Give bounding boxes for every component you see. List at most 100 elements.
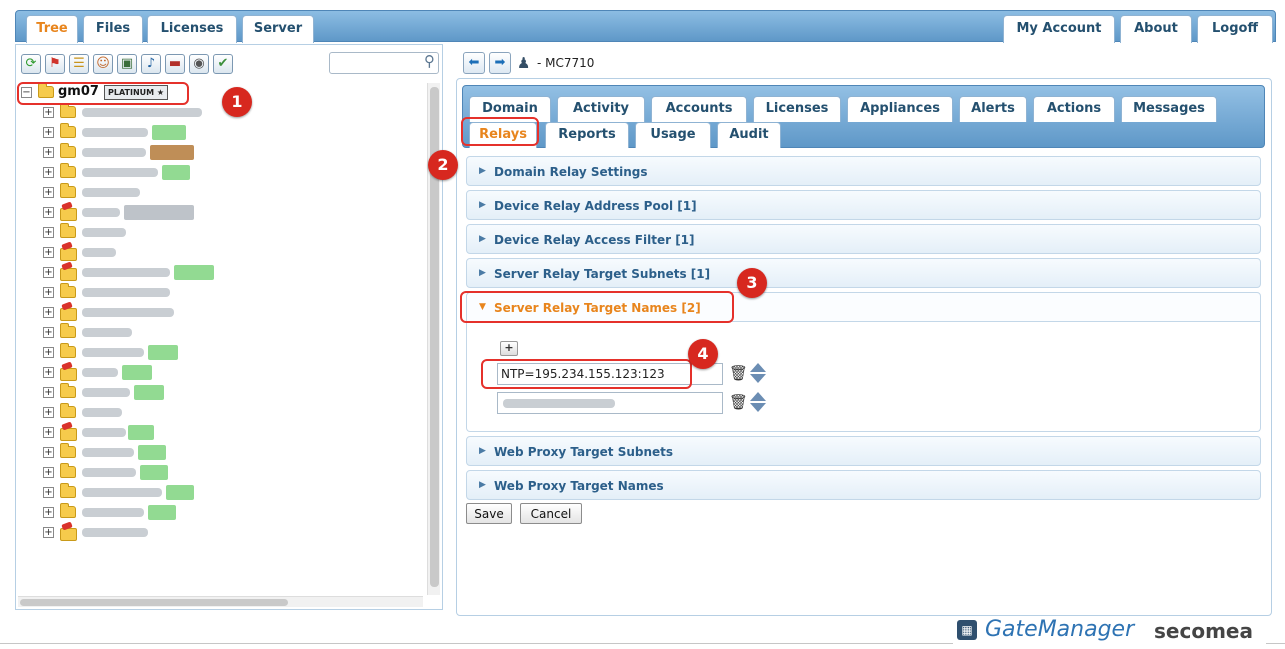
tree-item[interactable]: + bbox=[18, 183, 418, 203]
tree-item[interactable]: + bbox=[18, 343, 418, 363]
tab-licenses[interactable]: Licenses bbox=[147, 15, 237, 43]
tree-item[interactable]: + bbox=[18, 303, 418, 323]
expand-icon[interactable]: + bbox=[43, 287, 54, 298]
refresh-icon[interactable]: ⟳ bbox=[21, 54, 41, 74]
user-icon[interactable]: ☺ bbox=[93, 54, 113, 74]
about-link[interactable]: About bbox=[1120, 15, 1192, 43]
domain-flag-icon bbox=[60, 424, 77, 441]
section-device-relay-access-filter[interactable]: ▶ Device Relay Access Filter [1] bbox=[466, 224, 1261, 254]
forward-button[interactable]: ➡ bbox=[489, 52, 511, 74]
section-domain-relay-settings[interactable]: ▶ Domain Relay Settings bbox=[466, 156, 1261, 186]
expand-icon[interactable]: + bbox=[43, 267, 54, 278]
tree-item[interactable]: + bbox=[18, 523, 418, 543]
tab-files[interactable]: Files bbox=[83, 15, 143, 43]
expand-icon[interactable]: + bbox=[43, 167, 54, 178]
tree-item[interactable]: + bbox=[18, 163, 418, 183]
tree-item[interactable]: + bbox=[18, 423, 418, 443]
redacted-label bbox=[82, 508, 144, 517]
back-button[interactable]: ⬅ bbox=[463, 52, 485, 74]
tree-item[interactable]: + bbox=[18, 503, 418, 523]
tree-horizontal-scrollbar[interactable] bbox=[18, 596, 423, 607]
expand-icon[interactable]: + bbox=[43, 347, 54, 358]
trash-icon[interactable]: 🗑 bbox=[729, 393, 748, 411]
logoff-link[interactable]: Logoff bbox=[1197, 15, 1273, 43]
expand-triangle-icon: ▶ bbox=[479, 234, 486, 244]
search-icon[interactable]: ⚲ bbox=[424, 52, 435, 70]
tab-messages[interactable]: Messages bbox=[1121, 96, 1217, 122]
expand-icon[interactable]: + bbox=[43, 427, 54, 438]
eye-icon[interactable]: ◉ bbox=[189, 54, 209, 74]
tree-view-icon[interactable]: ☰ bbox=[69, 54, 89, 74]
tree-item[interactable]: + bbox=[18, 143, 418, 163]
reorder-arrows-icon[interactable] bbox=[750, 363, 766, 383]
my-account-link[interactable]: My Account bbox=[1003, 15, 1115, 43]
tab-server[interactable]: Server bbox=[242, 15, 314, 43]
domain-flag-icon[interactable]: ⚑ bbox=[45, 54, 65, 74]
expand-icon[interactable]: + bbox=[43, 467, 54, 478]
add-target-name-button[interactable]: + bbox=[500, 341, 518, 356]
tab-appliances[interactable]: Appliances bbox=[847, 96, 953, 122]
callout-marker-2: 2 bbox=[428, 150, 458, 180]
scrollbar-thumb[interactable] bbox=[20, 599, 288, 606]
reorder-arrows-icon[interactable] bbox=[750, 392, 766, 412]
tree-item[interactable]: + bbox=[18, 403, 418, 423]
expand-icon[interactable]: + bbox=[43, 367, 54, 378]
trash-icon[interactable]: 🗑 bbox=[729, 364, 748, 382]
expand-icon[interactable]: + bbox=[43, 527, 54, 538]
expand-icon[interactable]: + bbox=[43, 407, 54, 418]
tree-item[interactable]: + bbox=[18, 123, 418, 143]
alarm-bell-icon[interactable]: ♪ bbox=[141, 54, 161, 74]
expand-icon[interactable]: + bbox=[43, 207, 54, 218]
expand-icon[interactable]: + bbox=[43, 487, 54, 498]
expand-icon[interactable]: + bbox=[43, 107, 54, 118]
tree-item[interactable]: + bbox=[18, 203, 418, 223]
tab-audit[interactable]: Audit bbox=[717, 122, 781, 148]
toolbox-icon[interactable]: ▬ bbox=[165, 54, 185, 74]
tab-alerts[interactable]: Alerts bbox=[959, 96, 1027, 122]
redacted-badge bbox=[162, 165, 190, 180]
tab-licenses[interactable]: Licenses bbox=[753, 96, 841, 122]
tree-item[interactable]: + bbox=[18, 383, 418, 403]
tab-usage[interactable]: Usage bbox=[635, 122, 711, 148]
expand-icon[interactable]: + bbox=[43, 127, 54, 138]
tree-item[interactable]: + bbox=[18, 103, 418, 123]
tree-item[interactable]: + bbox=[18, 283, 418, 303]
tree-item[interactable]: + bbox=[18, 243, 418, 263]
section-device-relay-address-pool[interactable]: ▶ Device Relay Address Pool [1] bbox=[466, 190, 1261, 220]
expand-icon[interactable]: + bbox=[43, 307, 54, 318]
tree-item[interactable]: + bbox=[18, 483, 418, 503]
tab-actions[interactable]: Actions bbox=[1033, 96, 1115, 122]
expand-icon[interactable]: + bbox=[43, 147, 54, 158]
tab-tree[interactable]: Tree bbox=[26, 15, 78, 43]
section-web-proxy-target-names[interactable]: ▶ Web Proxy Target Names bbox=[466, 470, 1261, 500]
checkmark-icon[interactable]: ✔ bbox=[213, 54, 233, 74]
expand-triangle-icon: ▶ bbox=[479, 166, 486, 176]
folder-icon bbox=[60, 343, 76, 358]
tree-item[interactable]: + bbox=[18, 263, 418, 283]
expand-icon[interactable]: + bbox=[43, 247, 54, 258]
tree-search-input[interactable] bbox=[334, 54, 418, 72]
expand-icon[interactable]: + bbox=[43, 387, 54, 398]
tab-reports[interactable]: Reports bbox=[545, 122, 629, 148]
expand-icon[interactable]: + bbox=[43, 327, 54, 338]
tree-item[interactable]: + bbox=[18, 443, 418, 463]
expand-icon[interactable]: + bbox=[43, 187, 54, 198]
expand-icon[interactable]: + bbox=[43, 447, 54, 458]
cancel-button[interactable]: Cancel bbox=[520, 503, 582, 524]
tree-item[interactable]: + bbox=[18, 223, 418, 243]
tree-item[interactable]: + bbox=[18, 323, 418, 343]
appliance-icon[interactable]: ▣ bbox=[117, 54, 137, 74]
domain-tree: − gm07 PLATINUM ★ + + + + + + + + + + + … bbox=[18, 83, 423, 595]
redacted-label bbox=[82, 148, 146, 157]
tree-item[interactable]: + bbox=[18, 363, 418, 383]
save-button[interactable]: Save bbox=[466, 503, 512, 524]
expand-icon[interactable]: + bbox=[43, 507, 54, 518]
tab-accounts[interactable]: Accounts bbox=[651, 96, 747, 122]
tree-item[interactable]: + bbox=[18, 463, 418, 483]
redacted-badge bbox=[148, 505, 176, 520]
expand-icon[interactable]: + bbox=[43, 227, 54, 238]
tab-activity[interactable]: Activity bbox=[557, 96, 645, 122]
callout-marker-1: 1 bbox=[222, 87, 252, 117]
section-server-relay-target-subnets[interactable]: ▶ Server Relay Target Subnets [1] bbox=[466, 258, 1261, 288]
section-web-proxy-target-subnets[interactable]: ▶ Web Proxy Target Subnets bbox=[466, 436, 1261, 466]
